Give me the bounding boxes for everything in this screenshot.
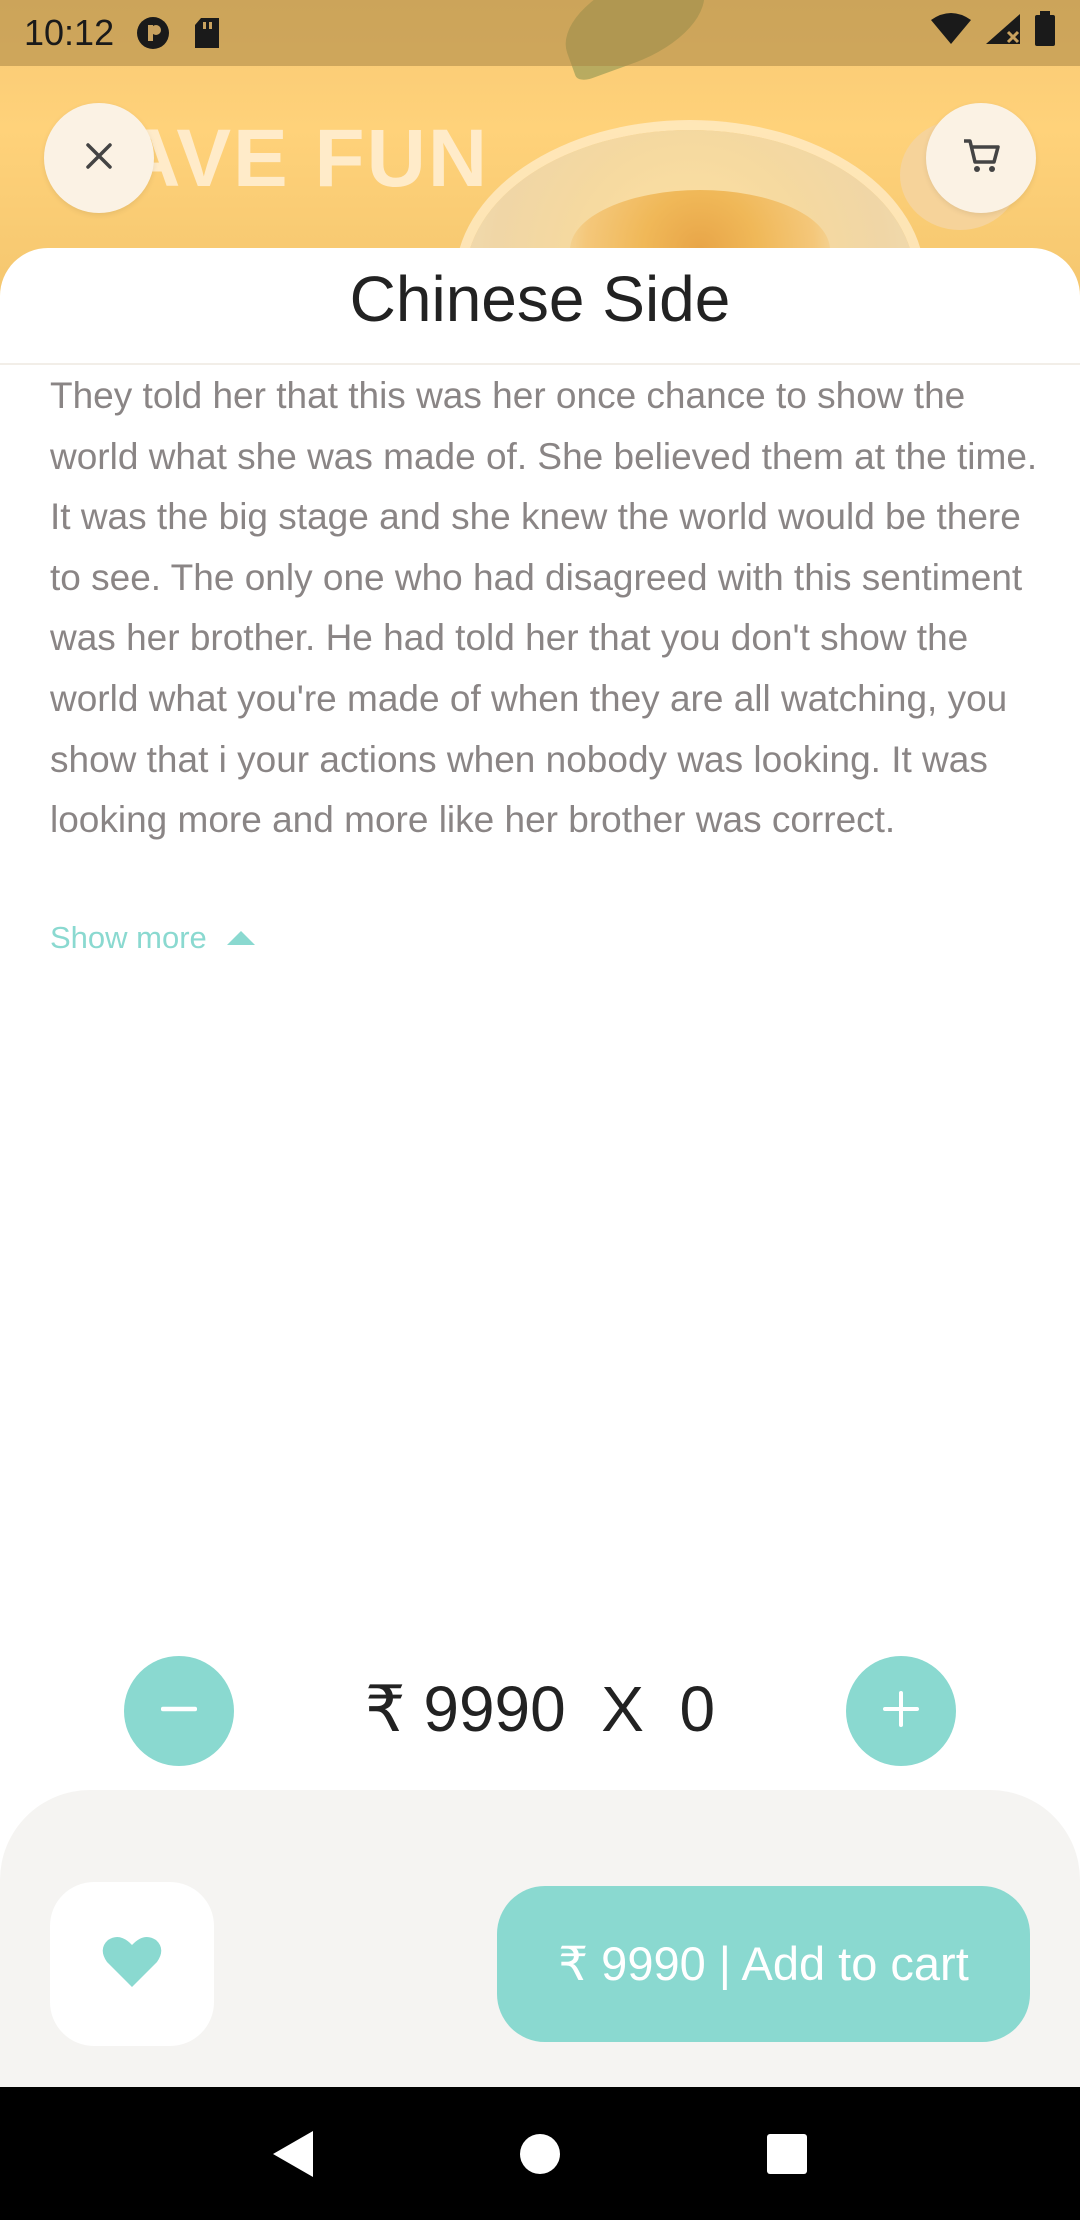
cart-icon (961, 136, 1001, 180)
show-more-label: Show more (50, 920, 207, 955)
battery-icon (1034, 10, 1056, 56)
decrease-quantity-button[interactable] (124, 1656, 234, 1766)
show-more-toggle[interactable]: Show more (50, 920, 255, 956)
status-time: 10:12 (24, 12, 115, 53)
favorite-button[interactable] (50, 1882, 214, 2046)
plus-icon (883, 1691, 919, 1731)
caret-up-icon (226, 931, 255, 945)
heart-icon (102, 1935, 162, 1993)
media-app-icon (136, 16, 170, 50)
close-button[interactable] (44, 103, 154, 213)
back-icon[interactable] (263, 2124, 323, 2184)
status-bar: 10:12 (0, 0, 1080, 66)
product-title: Chinese Side (349, 263, 731, 335)
signal-icon (984, 12, 1022, 55)
quantity-price-text: ₹ 9990 X 0 (364, 1673, 716, 1745)
add-to-cart-button[interactable]: ₹ 9990 | Add to cart (497, 1886, 1030, 2042)
wifi-icon (930, 12, 972, 55)
recents-icon[interactable] (757, 2124, 817, 2184)
title-divider (0, 363, 1080, 365)
increase-quantity-button[interactable] (846, 1656, 956, 1766)
close-icon (84, 141, 114, 175)
minus-icon (160, 1691, 198, 1731)
navigation-bar (0, 2087, 1080, 2220)
home-icon[interactable] (510, 2124, 570, 2184)
cart-button[interactable] (926, 103, 1036, 213)
sd-card-icon (190, 16, 224, 50)
product-description: They told her that this was her once cha… (50, 375, 1038, 841)
